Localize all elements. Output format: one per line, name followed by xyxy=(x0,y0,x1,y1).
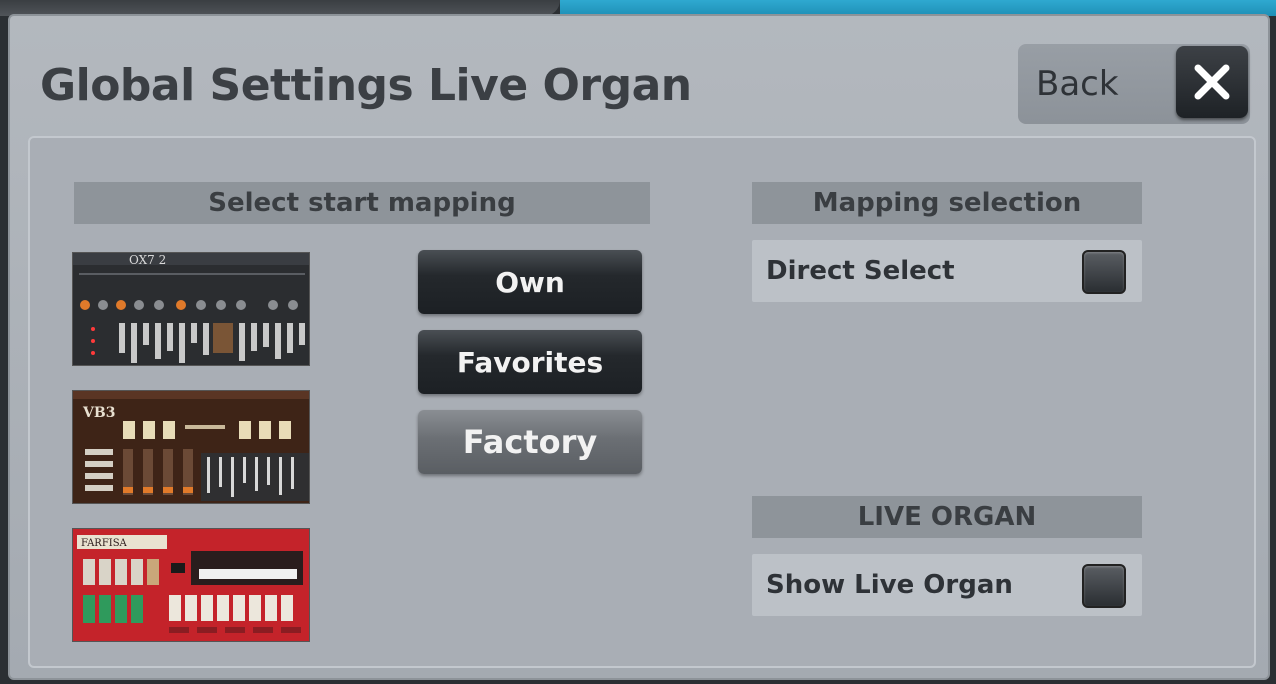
favorites-button[interactable]: Favorites xyxy=(418,330,642,394)
farfisa-logo: FARFISA xyxy=(81,538,128,549)
show-live-organ-checkbox[interactable] xyxy=(1082,564,1126,608)
ox7-logo: OX7 2 xyxy=(129,253,166,267)
back-button[interactable]: Back xyxy=(1018,44,1250,124)
back-label: Back xyxy=(1036,64,1119,104)
thumbnail-ox7[interactable]: OX7 2 xyxy=(72,252,310,366)
dialog-title: Global Settings Live Organ xyxy=(40,60,692,111)
direct-select-row: Direct Select xyxy=(752,240,1142,302)
factory-button[interactable]: Factory xyxy=(418,410,642,474)
live-organ-header: LIVE ORGAN xyxy=(752,496,1142,538)
favorites-button-label: Favorites xyxy=(456,345,604,379)
own-button-label: Own xyxy=(495,265,565,299)
own-button[interactable]: Own xyxy=(418,250,642,314)
show-live-organ-label: Show Live Organ xyxy=(766,570,1013,600)
show-live-organ-row: Show Live Organ xyxy=(752,554,1142,616)
settings-panel: Select start mapping OX7 2 VB3 FARFISA O… xyxy=(28,136,1256,668)
direct-select-checkbox[interactable] xyxy=(1082,250,1126,294)
close-icon[interactable] xyxy=(1176,46,1248,118)
settings-dialog: Global Settings Live Organ Back Select s… xyxy=(8,14,1270,680)
thumbnail-farfisa[interactable]: FARFISA xyxy=(72,528,310,642)
thumbnail-vb3[interactable]: VB3 xyxy=(72,390,310,504)
factory-button-label: Factory xyxy=(462,423,598,461)
direct-select-label: Direct Select xyxy=(766,256,955,286)
vb3-logo: VB3 xyxy=(82,405,115,421)
mapping-selection-header: Mapping selection xyxy=(752,182,1142,224)
start-mapping-header: Select start mapping xyxy=(74,182,650,224)
